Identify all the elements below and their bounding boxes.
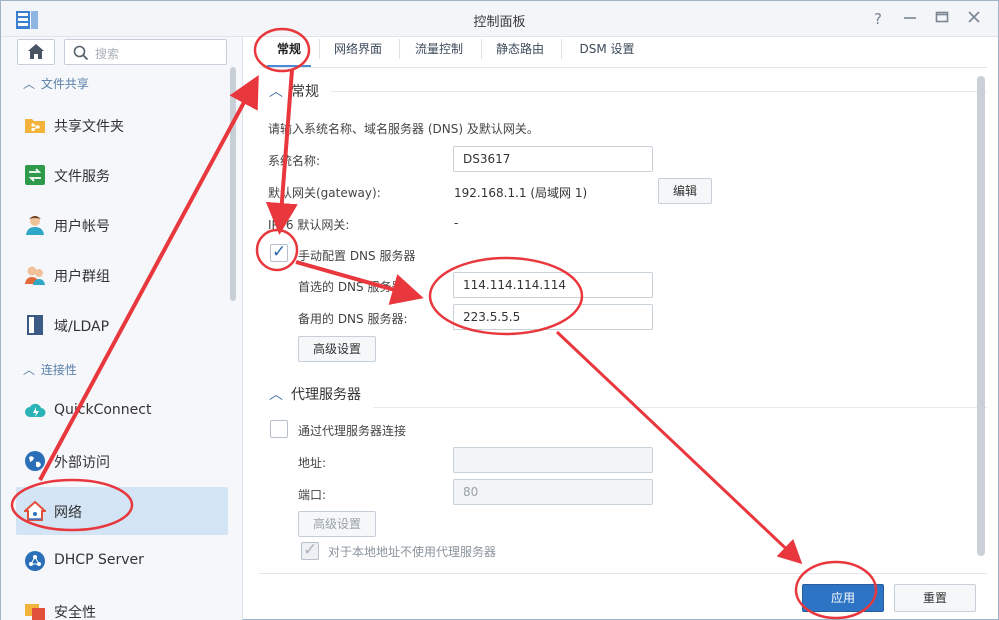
globe-icon	[25, 451, 45, 471]
sidebar-item-external-access[interactable]: 外部访问	[16, 437, 228, 485]
search-box[interactable]: 搜索	[64, 39, 227, 65]
bypass-local-label: 对于本地地址不使用代理服务器	[328, 545, 497, 559]
quickconnect-icon	[25, 403, 46, 417]
section-file-sharing[interactable]: ︿ 文件共享	[23, 75, 89, 92]
sidebar-item-domain-ldap[interactable]: 域/LDAP	[16, 301, 228, 349]
dns-advanced-button[interactable]: 高级设置	[298, 336, 376, 362]
minimize-icon[interactable]	[899, 9, 921, 29]
proxy-address-input[interactable]	[453, 447, 653, 473]
manual-dns-label: 手动配置 DNS 服务器	[298, 249, 416, 263]
proxy-advanced-button[interactable]: 高级设置	[298, 511, 376, 537]
apply-button[interactable]: 应用	[802, 584, 884, 612]
sidebar-item-label: 安全性	[54, 605, 96, 620]
tab-dsm-settings[interactable]: DSM 设置	[567, 37, 647, 67]
dhcp-server-icon	[25, 551, 45, 571]
tab-general[interactable]: 常规	[267, 37, 311, 67]
server-name-label: 系统名称:	[268, 154, 321, 168]
chevron-up-icon: ︿	[23, 77, 36, 91]
tab-static-route[interactable]: 静态路由	[487, 37, 553, 67]
network-home-icon	[24, 500, 46, 521]
ipv6-gateway-label: IPv6 默认网关:	[268, 218, 350, 232]
reset-button[interactable]: 重置	[894, 584, 976, 612]
sidebar-item-label: QuickConnect	[54, 402, 152, 418]
sidebar-item-user-account[interactable]: 用户帐号	[16, 201, 228, 249]
user-group-icon	[25, 266, 45, 285]
bypass-local-checkbox[interactable]	[301, 540, 319, 560]
security-icon	[25, 604, 45, 620]
sidebar-item-label: DHCP Server	[54, 552, 144, 568]
domain-ldap-icon	[27, 315, 43, 335]
shared-folder-icon	[25, 119, 45, 133]
proxy-connect-label: 通过代理服务器连接	[298, 424, 407, 438]
alternate-dns-label: 备用的 DNS 服务器:	[298, 312, 408, 326]
sidebar-item-shared-folder[interactable]: 共享文件夹	[16, 101, 228, 149]
sidebar-item-label: 文件服务	[54, 169, 110, 185]
proxy-section-header[interactable]: ︿ 代理服务器	[269, 384, 361, 404]
general-section-header[interactable]: ︿ 常规	[269, 81, 319, 101]
window-title: 控制面板	[473, 15, 526, 30]
maximize-icon[interactable]	[931, 9, 953, 29]
sidebar-item-label: 用户帐号	[54, 219, 110, 235]
sidebar-item-quickconnect[interactable]: QuickConnect	[16, 387, 228, 435]
content-scrollbar[interactable]	[977, 76, 985, 556]
edit-gateway-button[interactable]: 编辑	[658, 178, 712, 204]
gateway-value: 192.168.1.1 (局域网 1)	[454, 186, 588, 200]
preferred-dns-label: 首选的 DNS 服务器:	[298, 280, 408, 294]
chevron-up-icon: ︿	[23, 363, 36, 377]
sidebar-item-user-group[interactable]: 用户群组	[16, 251, 228, 299]
preferred-dns-input[interactable]: 114.114.114.114	[453, 272, 653, 298]
proxy-connect-checkbox[interactable]	[270, 420, 288, 438]
proxy-address-label: 地址:	[298, 456, 327, 470]
sidebar-item-label: 域/LDAP	[54, 319, 110, 335]
sidebar-item-network[interactable]: 网络	[16, 487, 228, 535]
ipv6-gateway-value: -	[454, 216, 459, 230]
sidebar-item-file-services[interactable]: 文件服务	[16, 151, 228, 199]
sidebar-item-security[interactable]: 安全性	[16, 587, 228, 620]
search-placeholder: 搜索	[95, 47, 120, 61]
sidebar-item-label: 网络	[54, 505, 82, 521]
file-services-icon	[25, 165, 45, 185]
chevron-up-icon: ︿	[269, 387, 283, 403]
close-icon[interactable]	[963, 9, 985, 29]
title-bar: 控制面板 ?	[1, 1, 998, 37]
general-description: 请输入系统名称、域名服务器 (DNS) 及默认网关。	[268, 122, 539, 136]
sidebar-scrollbar[interactable]	[230, 67, 236, 301]
chevron-up-icon: ︿	[269, 84, 283, 100]
help-icon[interactable]: ?	[867, 9, 889, 29]
home-icon	[28, 44, 44, 59]
sidebar-item-label: 用户群组	[54, 269, 110, 285]
control-panel-window: 控制面板 ? 搜索 ︿ 文件共享 共享文件夹 文件服务 用户帐号 用户群组 域/…	[0, 0, 999, 620]
manual-dns-checkbox[interactable]	[270, 242, 288, 262]
tab-network-interface[interactable]: 网络界面	[323, 37, 393, 67]
alternate-dns-input[interactable]: 223.5.5.5	[453, 304, 653, 330]
proxy-port-input[interactable]: 80	[453, 479, 653, 505]
sidebar-item-label: 共享文件夹	[54, 119, 124, 135]
gateway-label: 默认网关(gateway):	[268, 186, 381, 200]
sidebar-item-dhcp-server[interactable]: DHCP Server	[16, 537, 228, 585]
home-button[interactable]	[17, 39, 55, 65]
sidebar-item-label: 外部访问	[54, 455, 110, 471]
server-name-input[interactable]: DS3617	[453, 146, 653, 172]
proxy-port-label: 端口:	[298, 488, 327, 502]
sidebar: 搜索 ︿ 文件共享 共享文件夹 文件服务 用户帐号 用户群组 域/LDAP ︿ …	[1, 37, 243, 620]
section-connectivity[interactable]: ︿ 连接性	[23, 361, 77, 378]
search-icon	[73, 45, 89, 61]
user-icon	[26, 216, 44, 235]
tab-traffic-control[interactable]: 流量控制	[405, 37, 473, 67]
